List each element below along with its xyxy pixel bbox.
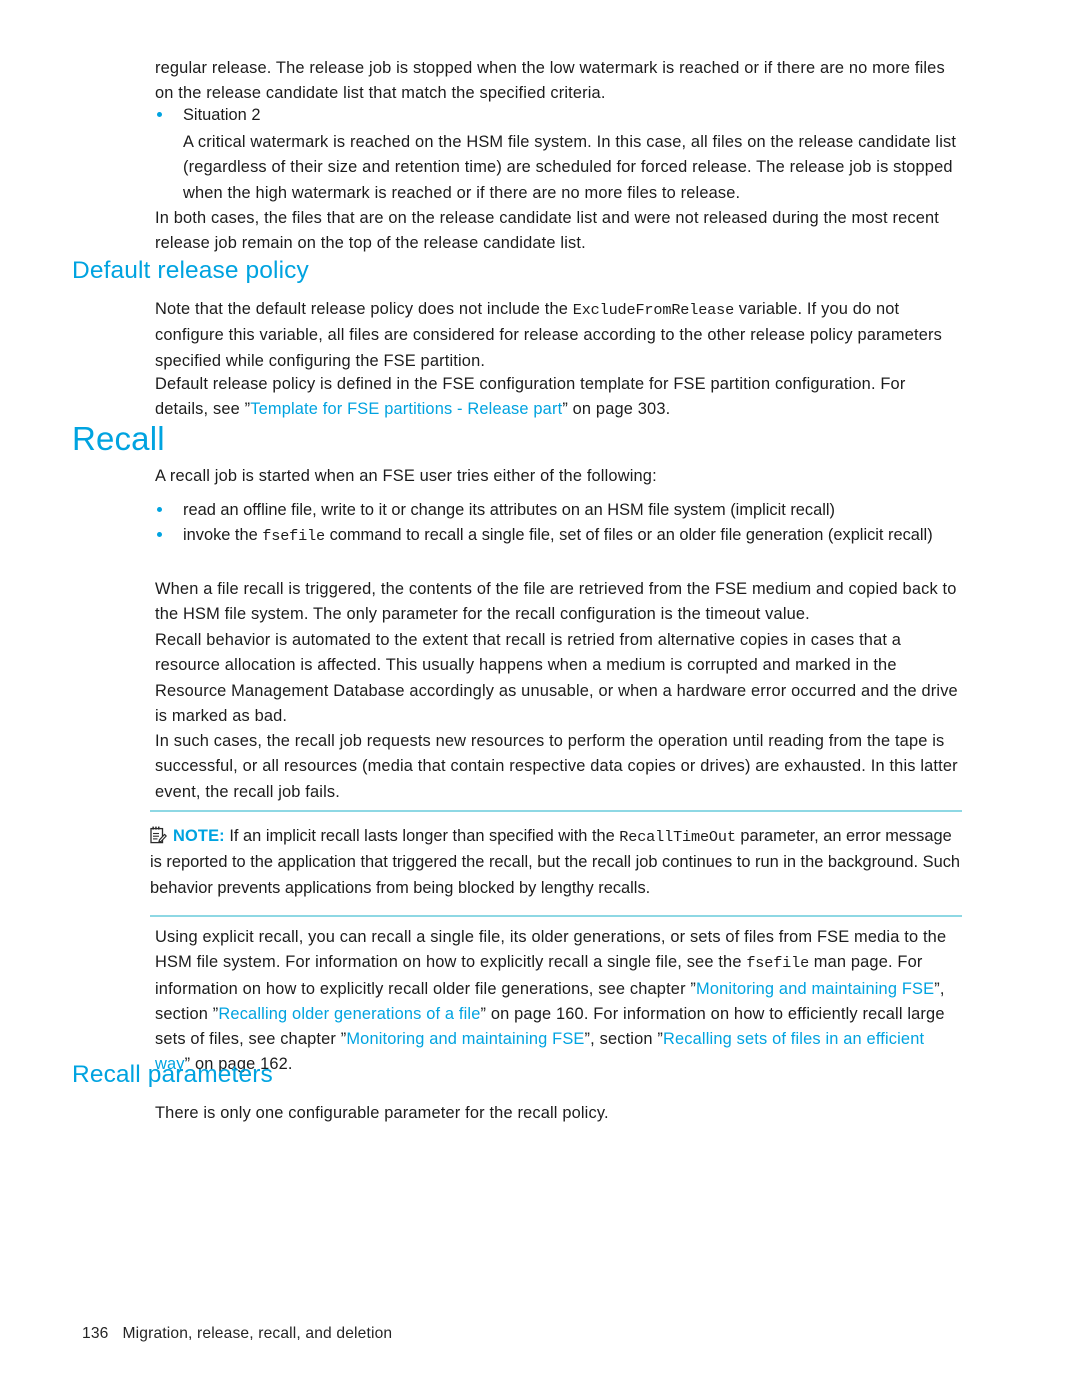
paragraph-explicit-recall-references: Using explicit recall, you can recall a … xyxy=(155,925,963,1078)
paragraph-recall-triggered: When a file recall is triggered, the con… xyxy=(155,580,957,624)
footer-page-number: 136 xyxy=(82,1325,109,1342)
paragraph-recall-intro: A recall job is started when an FSE user… xyxy=(155,467,657,485)
list-item-label: read an offline file, write to it or cha… xyxy=(183,501,835,519)
text-after-link: ” on page 303. xyxy=(562,400,671,419)
bullet-dot-icon xyxy=(157,507,162,512)
code-fsefile: fsefile xyxy=(746,954,810,973)
code-recall-timeout: RecallTimeOut xyxy=(619,828,736,846)
list-item-text-after-code: command to recall a single file, set of … xyxy=(325,526,933,544)
paragraph-template-reference: Default release policy is defined in the… xyxy=(155,372,963,423)
paragraph-in-such-cases: In such cases, the recall job requests n… xyxy=(155,732,958,801)
paragraph-regular-release: regular release. The release job is stop… xyxy=(155,59,945,103)
code-fsefile: fsefile xyxy=(262,527,326,545)
bullet-dot-icon xyxy=(157,532,162,537)
list-item-implicit-recall: read an offline file, write to it or cha… xyxy=(155,498,965,523)
heading-recall-parameters: Recall parameters xyxy=(72,1061,273,1088)
paragraph-exclude-from-release: Note that the default release policy doe… xyxy=(155,297,963,374)
link-monitoring-and-maintaining-fse-1[interactable]: Monitoring and maintaining FSE xyxy=(696,980,934,998)
paragraph-recall-behavior: Recall behavior is automated to the exte… xyxy=(155,631,958,725)
note-callout: NOTE: If an implicit recall lasts longer… xyxy=(150,810,962,917)
page-footer: 136 Migration, release, recall, and delet… xyxy=(82,1325,392,1343)
heading-default-release-policy: Default release policy xyxy=(72,257,309,284)
paragraph-recall-parameters: There is only one configurable parameter… xyxy=(155,1104,609,1122)
list-item-situation-2: Situation 2 xyxy=(155,103,965,128)
list-item-explicit-recall: invoke the fsefile command to recall a s… xyxy=(155,523,965,549)
heading-recall: Recall xyxy=(72,420,165,457)
link-monitoring-and-maintaining-fse-2[interactable]: Monitoring and maintaining FSE xyxy=(346,1030,584,1048)
note-label: NOTE: xyxy=(173,827,225,845)
document-page: regular release. The release job is stop… xyxy=(0,0,1080,1397)
note-body: NOTE: If an implicit recall lasts longer… xyxy=(150,812,962,915)
footer-chapter-title: Migration, release, recall, and deletion xyxy=(122,1325,393,1342)
note-pad-pencil-icon xyxy=(150,826,167,844)
code-exclude-from-release: ExcludeFromRelease xyxy=(572,301,735,319)
text-segment-5: ”, section ” xyxy=(584,1030,664,1049)
paragraph-situation-2-detail: A critical watermark is reached on the H… xyxy=(183,133,957,202)
text-before-code: Note that the default release policy doe… xyxy=(155,300,573,318)
list-item-text-before-code: invoke the xyxy=(183,526,263,544)
note-text-before-code: If an implicit recall lasts longer than … xyxy=(224,827,620,845)
link-recalling-older-generations-of-a-file[interactable]: Recalling older generations of a file xyxy=(218,1005,480,1023)
link-template-fse-partitions-release-part[interactable]: Template for FSE partitions - Release pa… xyxy=(250,400,562,418)
note-bottom-rule xyxy=(150,914,962,917)
paragraph-both-cases: In both cases, the files that are on the… xyxy=(155,209,939,253)
list-item-label: Situation 2 xyxy=(183,106,261,124)
bullet-dot-icon xyxy=(157,112,162,117)
